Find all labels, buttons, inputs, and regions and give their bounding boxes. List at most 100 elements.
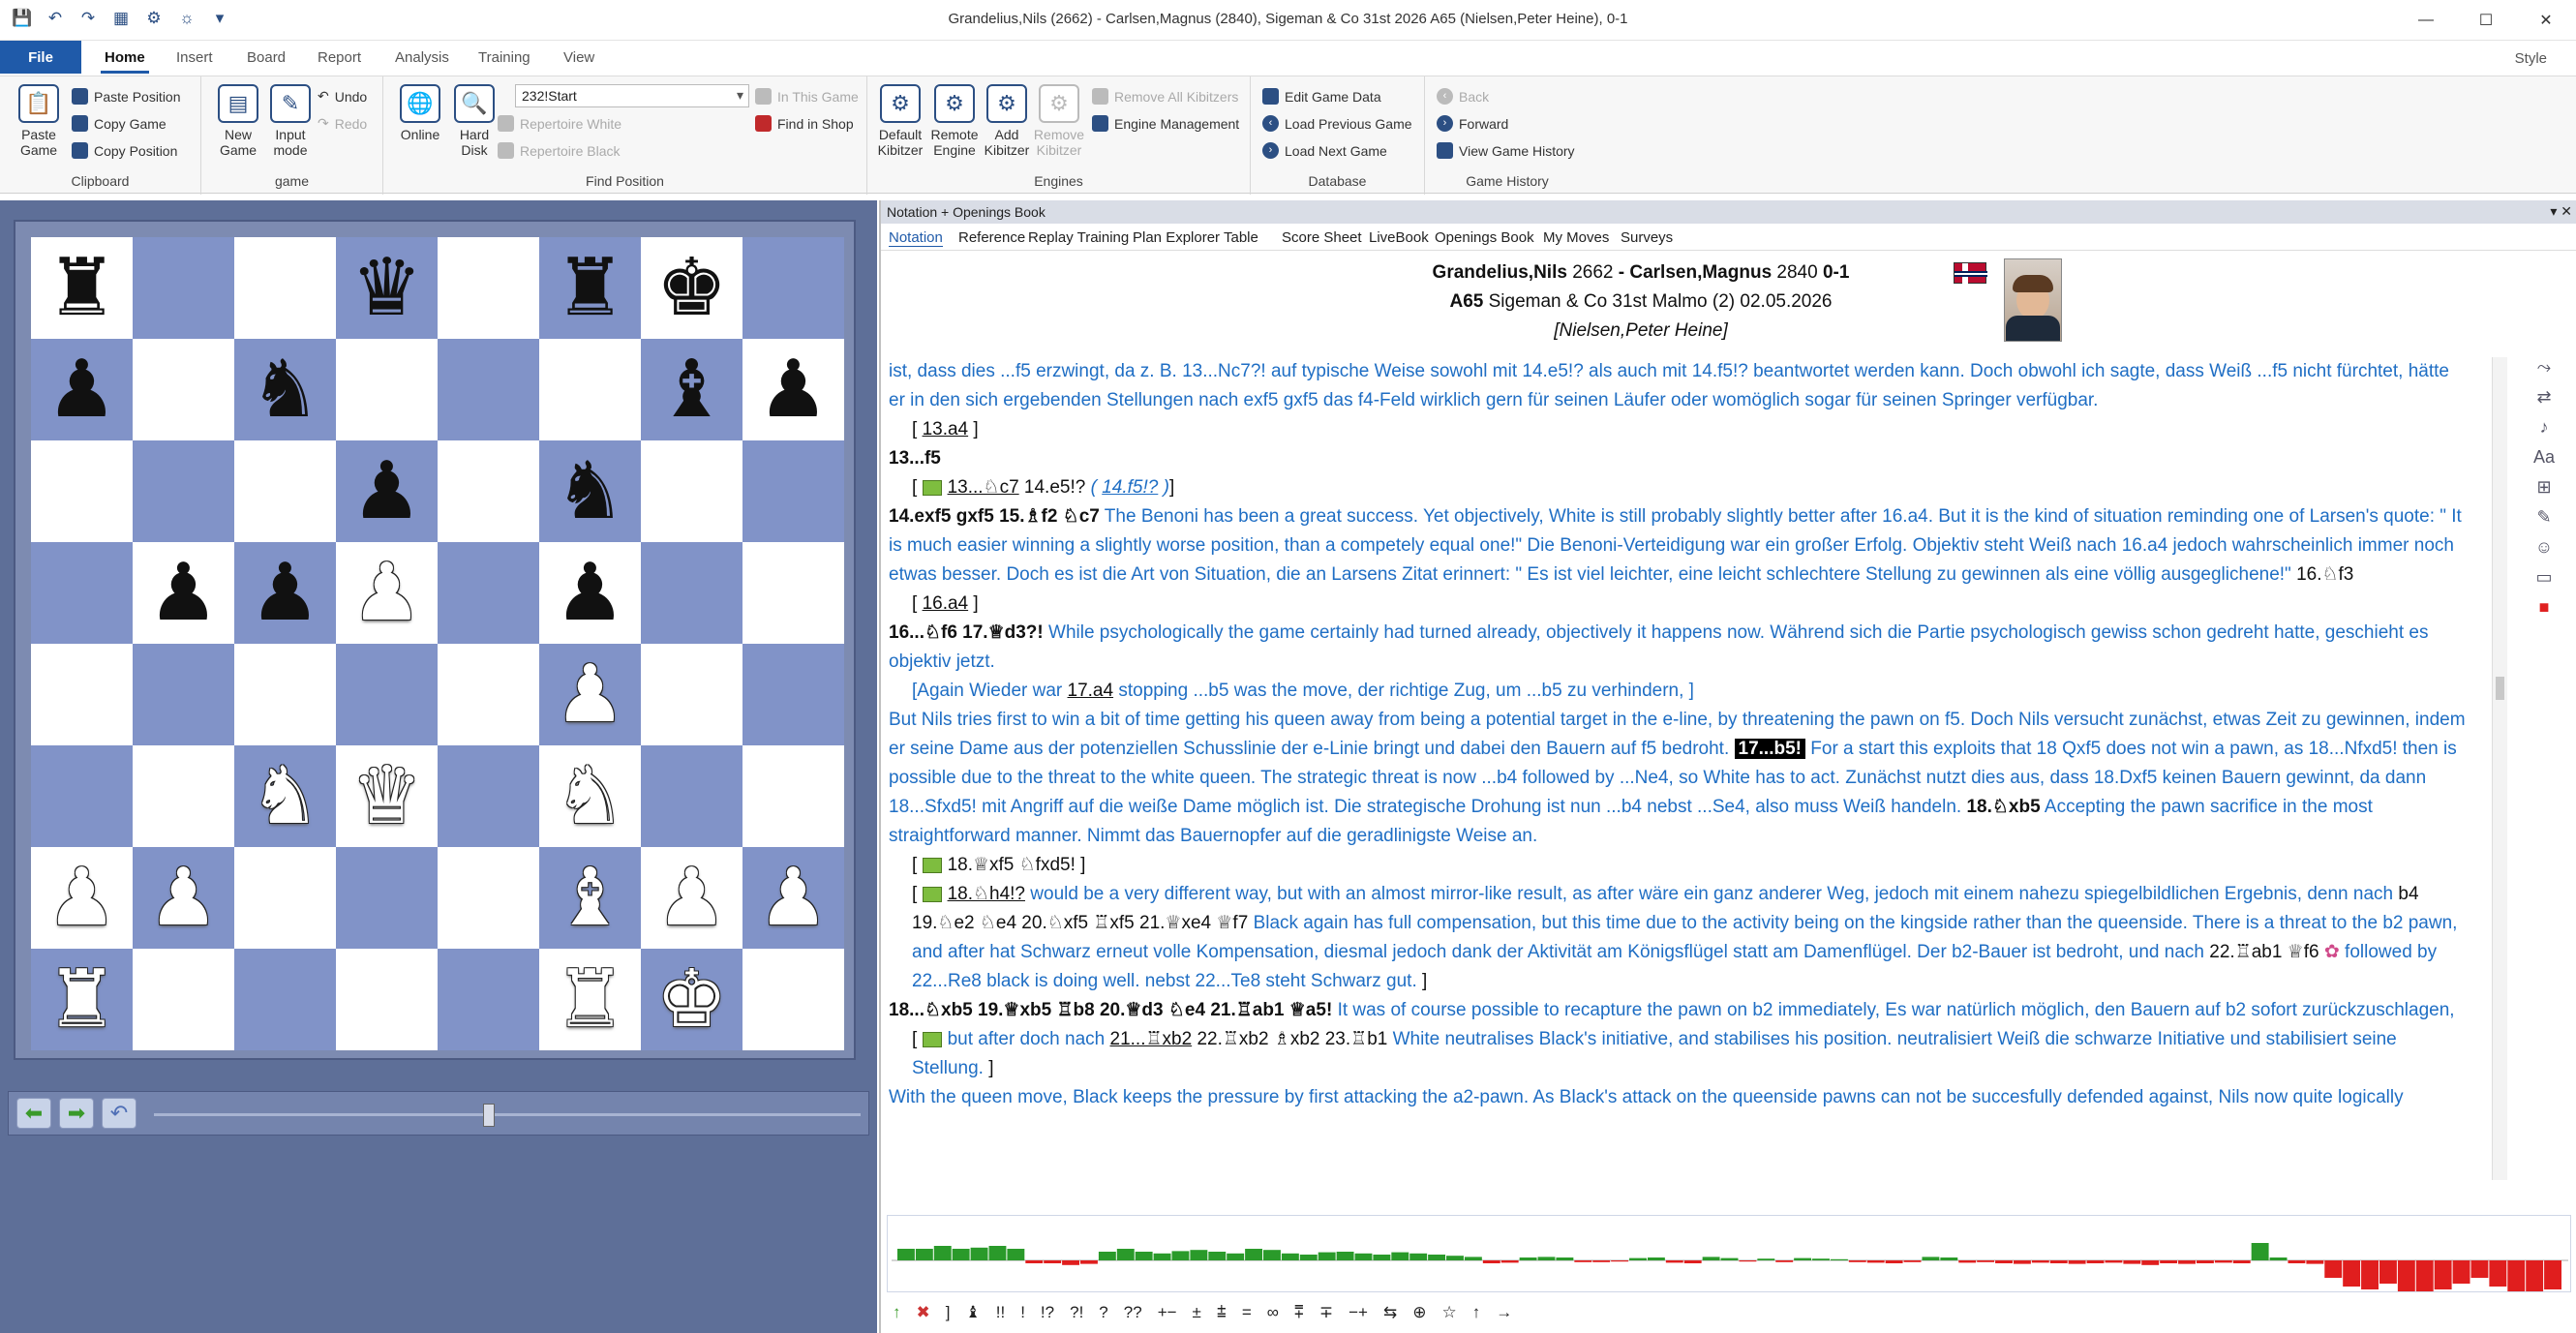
- square-f6[interactable]: ♞: [539, 440, 641, 542]
- black-pawn-icon[interactable]: ♟: [148, 553, 220, 633]
- minimize-button[interactable]: —: [2396, 0, 2456, 41]
- maximize-button[interactable]: ☐: [2456, 0, 2516, 41]
- annotation-symbol-button[interactable]: ±: [1193, 1303, 1201, 1322]
- square-e1[interactable]: [438, 949, 539, 1050]
- black-knight-icon[interactable]: ♞: [555, 451, 626, 531]
- square-b3[interactable]: [133, 745, 234, 847]
- forward-arrow-icon[interactable]: ➡: [59, 1098, 94, 1129]
- view-game-history-button[interactable]: View Game History: [1437, 142, 1575, 159]
- repertoire-white-button[interactable]: Repertoire White: [498, 115, 621, 132]
- white-rook-icon[interactable]: ♜: [555, 959, 626, 1040]
- square-h7[interactable]: ♟: [742, 339, 844, 440]
- square-a4[interactable]: [31, 644, 133, 745]
- square-f7[interactable]: [539, 339, 641, 440]
- square-b7[interactable]: [133, 339, 234, 440]
- move-slider[interactable]: [154, 1113, 861, 1116]
- white-king-icon[interactable]: ♚: [656, 959, 728, 1040]
- back-arrow-icon[interactable]: ⬅: [16, 1098, 51, 1129]
- scrollbar-thumb[interactable]: [2496, 677, 2504, 700]
- black-rook-icon[interactable]: ♜: [46, 248, 118, 328]
- square-a1[interactable]: ♜: [31, 949, 133, 1050]
- black-pawn-icon[interactable]: ♟: [250, 553, 321, 633]
- annotation-symbol-button[interactable]: !: [1020, 1303, 1025, 1322]
- square-e8[interactable]: [438, 237, 539, 339]
- square-b4[interactable]: [133, 644, 234, 745]
- square-g5[interactable]: [641, 542, 742, 644]
- square-e7[interactable]: [438, 339, 539, 440]
- annotation-symbol-button[interactable]: ⇆: [1383, 1303, 1397, 1322]
- eraser-icon[interactable]: ▭: [2535, 567, 2552, 588]
- annotation-symbol-button[interactable]: ⩲: [1217, 1303, 1227, 1322]
- square-d8[interactable]: ♛: [336, 237, 438, 339]
- pane-close-icon[interactable]: ▾ ✕: [2550, 203, 2572, 220]
- main-move[interactable]: 16.♘f3: [2296, 564, 2353, 585]
- remove-all-kibitzers-button[interactable]: Remove All Kibitzers: [1092, 88, 1238, 105]
- tab-my-moves[interactable]: My Moves: [1543, 229, 1609, 246]
- move-slider-thumb[interactable]: [483, 1104, 495, 1127]
- variation-move[interactable]: 14.e5!?: [1024, 477, 1085, 498]
- bishop-icon[interactable]: ♝: [965, 1303, 980, 1322]
- white-pawn-icon[interactable]: ♟: [555, 654, 626, 735]
- square-h5[interactable]: [742, 542, 844, 644]
- main-move[interactable]: 16...♘f6 17.♕d3?!: [889, 622, 1044, 643]
- black-king-icon[interactable]: ♚: [656, 248, 728, 328]
- square-b2[interactable]: ♟: [133, 847, 234, 949]
- square-f2[interactable]: ♝: [539, 847, 641, 949]
- square-a3[interactable]: [31, 745, 133, 847]
- tab-replay-training[interactable]: Replay Training: [1028, 229, 1129, 246]
- in-this-game-button[interactable]: In This Game: [755, 88, 859, 105]
- engine-management-button[interactable]: Engine Management: [1092, 115, 1239, 132]
- annotation-symbol-button[interactable]: ⩱: [1294, 1303, 1304, 1322]
- main-move[interactable]: 18...♘xb5 19.♕xb5 ♖b8 20.♕d3 ♘e4 21.♖ab1…: [889, 1000, 1332, 1020]
- square-a8[interactable]: ♜: [31, 237, 133, 339]
- back-button[interactable]: ‹ Back: [1437, 88, 1489, 105]
- tab-score-sheet[interactable]: Score Sheet: [1282, 229, 1362, 246]
- annotation-symbol-button[interactable]: ☆: [1441, 1303, 1456, 1322]
- tree-icon[interactable]: ⊞: [2536, 477, 2551, 498]
- square-b8[interactable]: [133, 237, 234, 339]
- square-e6[interactable]: [438, 440, 539, 542]
- square-d6[interactable]: ♟: [336, 440, 438, 542]
- square-e4[interactable]: [438, 644, 539, 745]
- annotation-symbol-button[interactable]: −+: [1349, 1303, 1368, 1322]
- tab-report[interactable]: Report: [318, 49, 361, 66]
- tab-surveys[interactable]: Surveys: [1621, 229, 1673, 246]
- square-g4[interactable]: [641, 644, 742, 745]
- square-c2[interactable]: [234, 847, 336, 949]
- tab-livebook[interactable]: LiveBook: [1369, 229, 1429, 246]
- tab-plan-explorer[interactable]: Plan Explorer: [1133, 229, 1220, 246]
- load-next-game-button[interactable]: › Load Next Game: [1262, 142, 1387, 159]
- bell-icon[interactable]: ♪: [2540, 417, 2549, 438]
- main-move[interactable]: 13...f5: [889, 444, 2467, 473]
- white-queen-icon[interactable]: ♛: [351, 756, 423, 836]
- annotation-symbol-button[interactable]: →: [1496, 1303, 1512, 1322]
- square-a6[interactable]: [31, 440, 133, 542]
- tab-table[interactable]: Table: [1224, 229, 1258, 246]
- notation-scrollbar[interactable]: [2492, 357, 2507, 1180]
- square-d1[interactable]: [336, 949, 438, 1050]
- people-icon[interactable]: ☺: [2535, 537, 2553, 558]
- tab-view[interactable]: View: [563, 49, 594, 66]
- variation-move[interactable]: 17.a4: [1068, 681, 1114, 701]
- annotation-symbol-button[interactable]: ↑: [1472, 1303, 1481, 1322]
- white-pawn-icon[interactable]: ♟: [758, 858, 830, 938]
- square-a5[interactable]: [31, 542, 133, 644]
- square-g7[interactable]: ♝: [641, 339, 742, 440]
- current-move[interactable]: 17...b5!: [1734, 739, 1805, 759]
- take-back-icon[interactable]: ↶: [102, 1098, 136, 1129]
- square-c5[interactable]: ♟: [234, 542, 336, 644]
- tab-insert[interactable]: Insert: [176, 49, 213, 66]
- square-g1[interactable]: ♚: [641, 949, 742, 1050]
- square-b1[interactable]: [133, 949, 234, 1050]
- annotation-symbol-button[interactable]: ??: [1124, 1303, 1142, 1322]
- annotation-symbol-button[interactable]: !?: [1041, 1303, 1054, 1322]
- square-h8[interactable]: [742, 237, 844, 339]
- branch-icon[interactable]: ⤳: [2537, 357, 2551, 378]
- load-previous-game-button[interactable]: ‹ Load Previous Game: [1262, 115, 1412, 132]
- square-e2[interactable]: [438, 847, 539, 949]
- annotation-symbol-button[interactable]: ∞: [1267, 1303, 1279, 1322]
- square-f5[interactable]: ♟: [539, 542, 641, 644]
- square-h2[interactable]: ♟: [742, 847, 844, 949]
- font-icon[interactable]: Aa: [2533, 447, 2555, 468]
- redo-button[interactable]: ↷ Redo: [318, 115, 367, 132]
